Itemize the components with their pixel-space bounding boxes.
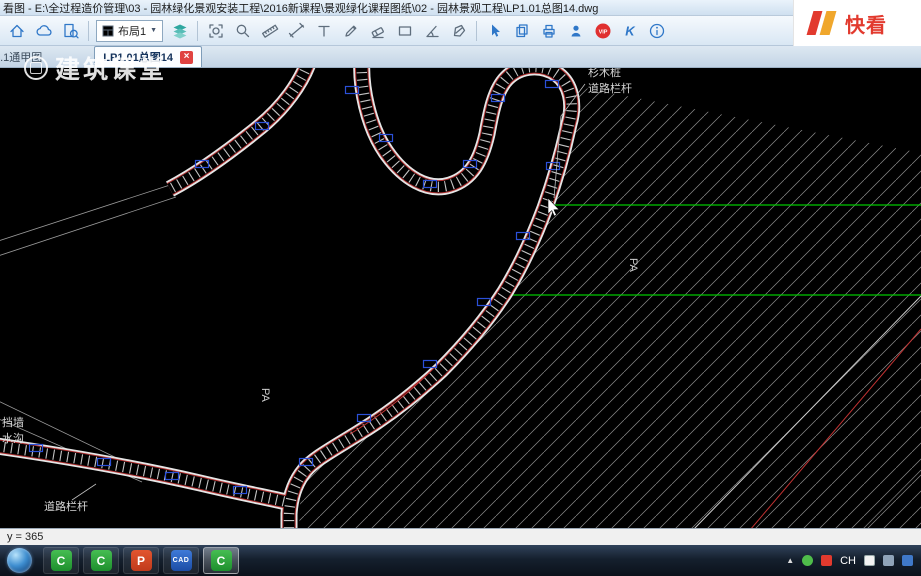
taskbar-app-cad-green-1[interactable]: C xyxy=(43,547,79,574)
taskbar-app-cad-green-2[interactable]: C xyxy=(83,547,119,574)
coordinate-readout: y = 365 xyxy=(7,531,44,543)
area-measure-icon[interactable] xyxy=(445,19,472,43)
pencil-icon[interactable] xyxy=(337,19,364,43)
brand-mark-icon xyxy=(806,9,838,37)
brand-logo: 快看 xyxy=(793,0,921,46)
label-pa-right: PA xyxy=(627,258,639,273)
copy-icon[interactable] xyxy=(508,19,535,43)
info-icon[interactable] xyxy=(643,19,670,43)
vip-badge-icon[interactable]: VIP xyxy=(589,19,616,43)
status-bar: y = 365 xyxy=(0,528,921,545)
tray-input-method-icon[interactable] xyxy=(864,555,875,566)
layout-grid-icon xyxy=(102,25,114,36)
tray-network-icon[interactable] xyxy=(902,555,913,566)
find-drawing-icon[interactable] xyxy=(57,19,84,43)
cad-blue-icon: CAD xyxy=(170,550,192,571)
tray-volume-icon[interactable] xyxy=(883,555,894,566)
select-arrow-icon[interactable] xyxy=(481,19,508,43)
window-title: 看图 - E:\全过程造价管理\03 - 园林绿化景观安装工程\2016新课程\… xyxy=(3,2,599,15)
toolbar-separator xyxy=(476,20,478,41)
angle-measure-icon[interactable] xyxy=(418,19,445,43)
tab-close-icon[interactable]: × xyxy=(180,50,193,64)
k-brand-icon[interactable]: K xyxy=(616,19,643,43)
rectangle-tool-icon[interactable] xyxy=(391,19,418,43)
text-tool-icon[interactable] xyxy=(310,19,337,43)
start-button[interactable] xyxy=(7,548,32,573)
label-railing-top: 道路栏杆 xyxy=(588,81,632,95)
label-pile: 杉木桩 xyxy=(588,68,621,79)
tray-expand-icon[interactable]: ▲ xyxy=(786,556,794,565)
layout-dropdown-value: 布局1 xyxy=(118,25,147,38)
label-ditch: 水沟 xyxy=(2,432,24,445)
app-window: 看图 - E:\全过程造价管理\03 - 园林绿化景观安装工程\2016新课程\… xyxy=(0,0,921,576)
zoom-icon[interactable] xyxy=(229,19,256,43)
label-pa-left: PA xyxy=(259,388,271,403)
cad-green-icon: C xyxy=(210,550,232,571)
svg-text:K: K xyxy=(625,23,636,38)
svg-text:VIP: VIP xyxy=(598,29,607,35)
tab-drawing-active[interactable]: LP1.01总图14 × xyxy=(94,46,202,67)
system-tray: ▲ CH xyxy=(786,555,921,567)
windows-taskbar: C C P CAD C ▲ CH xyxy=(0,545,921,576)
taskbar-app-cad-green-active[interactable]: C xyxy=(203,547,239,574)
label-railing-bottom: 道路栏杆 xyxy=(44,499,88,513)
document-tab-bar: 1.1通甲图 LP1.01总图14 × xyxy=(0,46,921,68)
layout-dropdown[interactable]: 布局1 ▼ xyxy=(96,19,164,42)
cad-green-icon: C xyxy=(90,550,112,571)
toolbar-separator xyxy=(197,20,199,41)
cad-canvas[interactable]: 杉木桩 道路栏杆 PA PA 挡墙 水沟 道路栏杆 xyxy=(0,68,921,528)
brand-text: 快看 xyxy=(845,14,887,37)
tray-antivirus-icon[interactable] xyxy=(802,555,814,566)
taskbar-app-cad-blue[interactable]: CAD xyxy=(163,547,199,574)
wall-ditch-lines xyxy=(0,184,177,483)
toolbar-separator xyxy=(88,20,89,41)
home-icon[interactable] xyxy=(3,19,30,43)
tab-label: LP1.01总图14 xyxy=(103,52,173,64)
taskbar-app-powerpoint[interactable]: P xyxy=(123,547,159,574)
eraser-icon[interactable] xyxy=(364,19,391,43)
user-account-icon[interactable] xyxy=(562,19,589,43)
layers-icon[interactable] xyxy=(166,19,193,43)
tab-drawing-1[interactable]: 1.1通甲图 xyxy=(0,47,50,67)
main-toolbar: 布局1 ▼ VIP K xyxy=(0,16,921,46)
label-wall: 挡墙 xyxy=(2,415,24,429)
cloud-icon[interactable] xyxy=(30,19,57,43)
measure-distance-icon[interactable] xyxy=(283,19,310,43)
print-icon[interactable] xyxy=(535,19,562,43)
chevron-down-icon: ▼ xyxy=(150,27,158,34)
language-indicator[interactable]: CH xyxy=(840,555,856,567)
tray-kuaikan-icon[interactable] xyxy=(821,555,833,566)
zoom-extents-icon[interactable] xyxy=(202,19,229,43)
title-bar: 看图 - E:\全过程造价管理\03 - 园林绿化景观安装工程\2016新课程\… xyxy=(0,0,921,16)
cad-green-icon: C xyxy=(50,550,72,571)
powerpoint-icon: P xyxy=(130,550,152,571)
cad-drawing: 杉木桩 道路栏杆 PA PA 挡墙 水沟 道路栏杆 xyxy=(0,68,921,528)
measure-ruler-icon[interactable] xyxy=(256,19,283,43)
